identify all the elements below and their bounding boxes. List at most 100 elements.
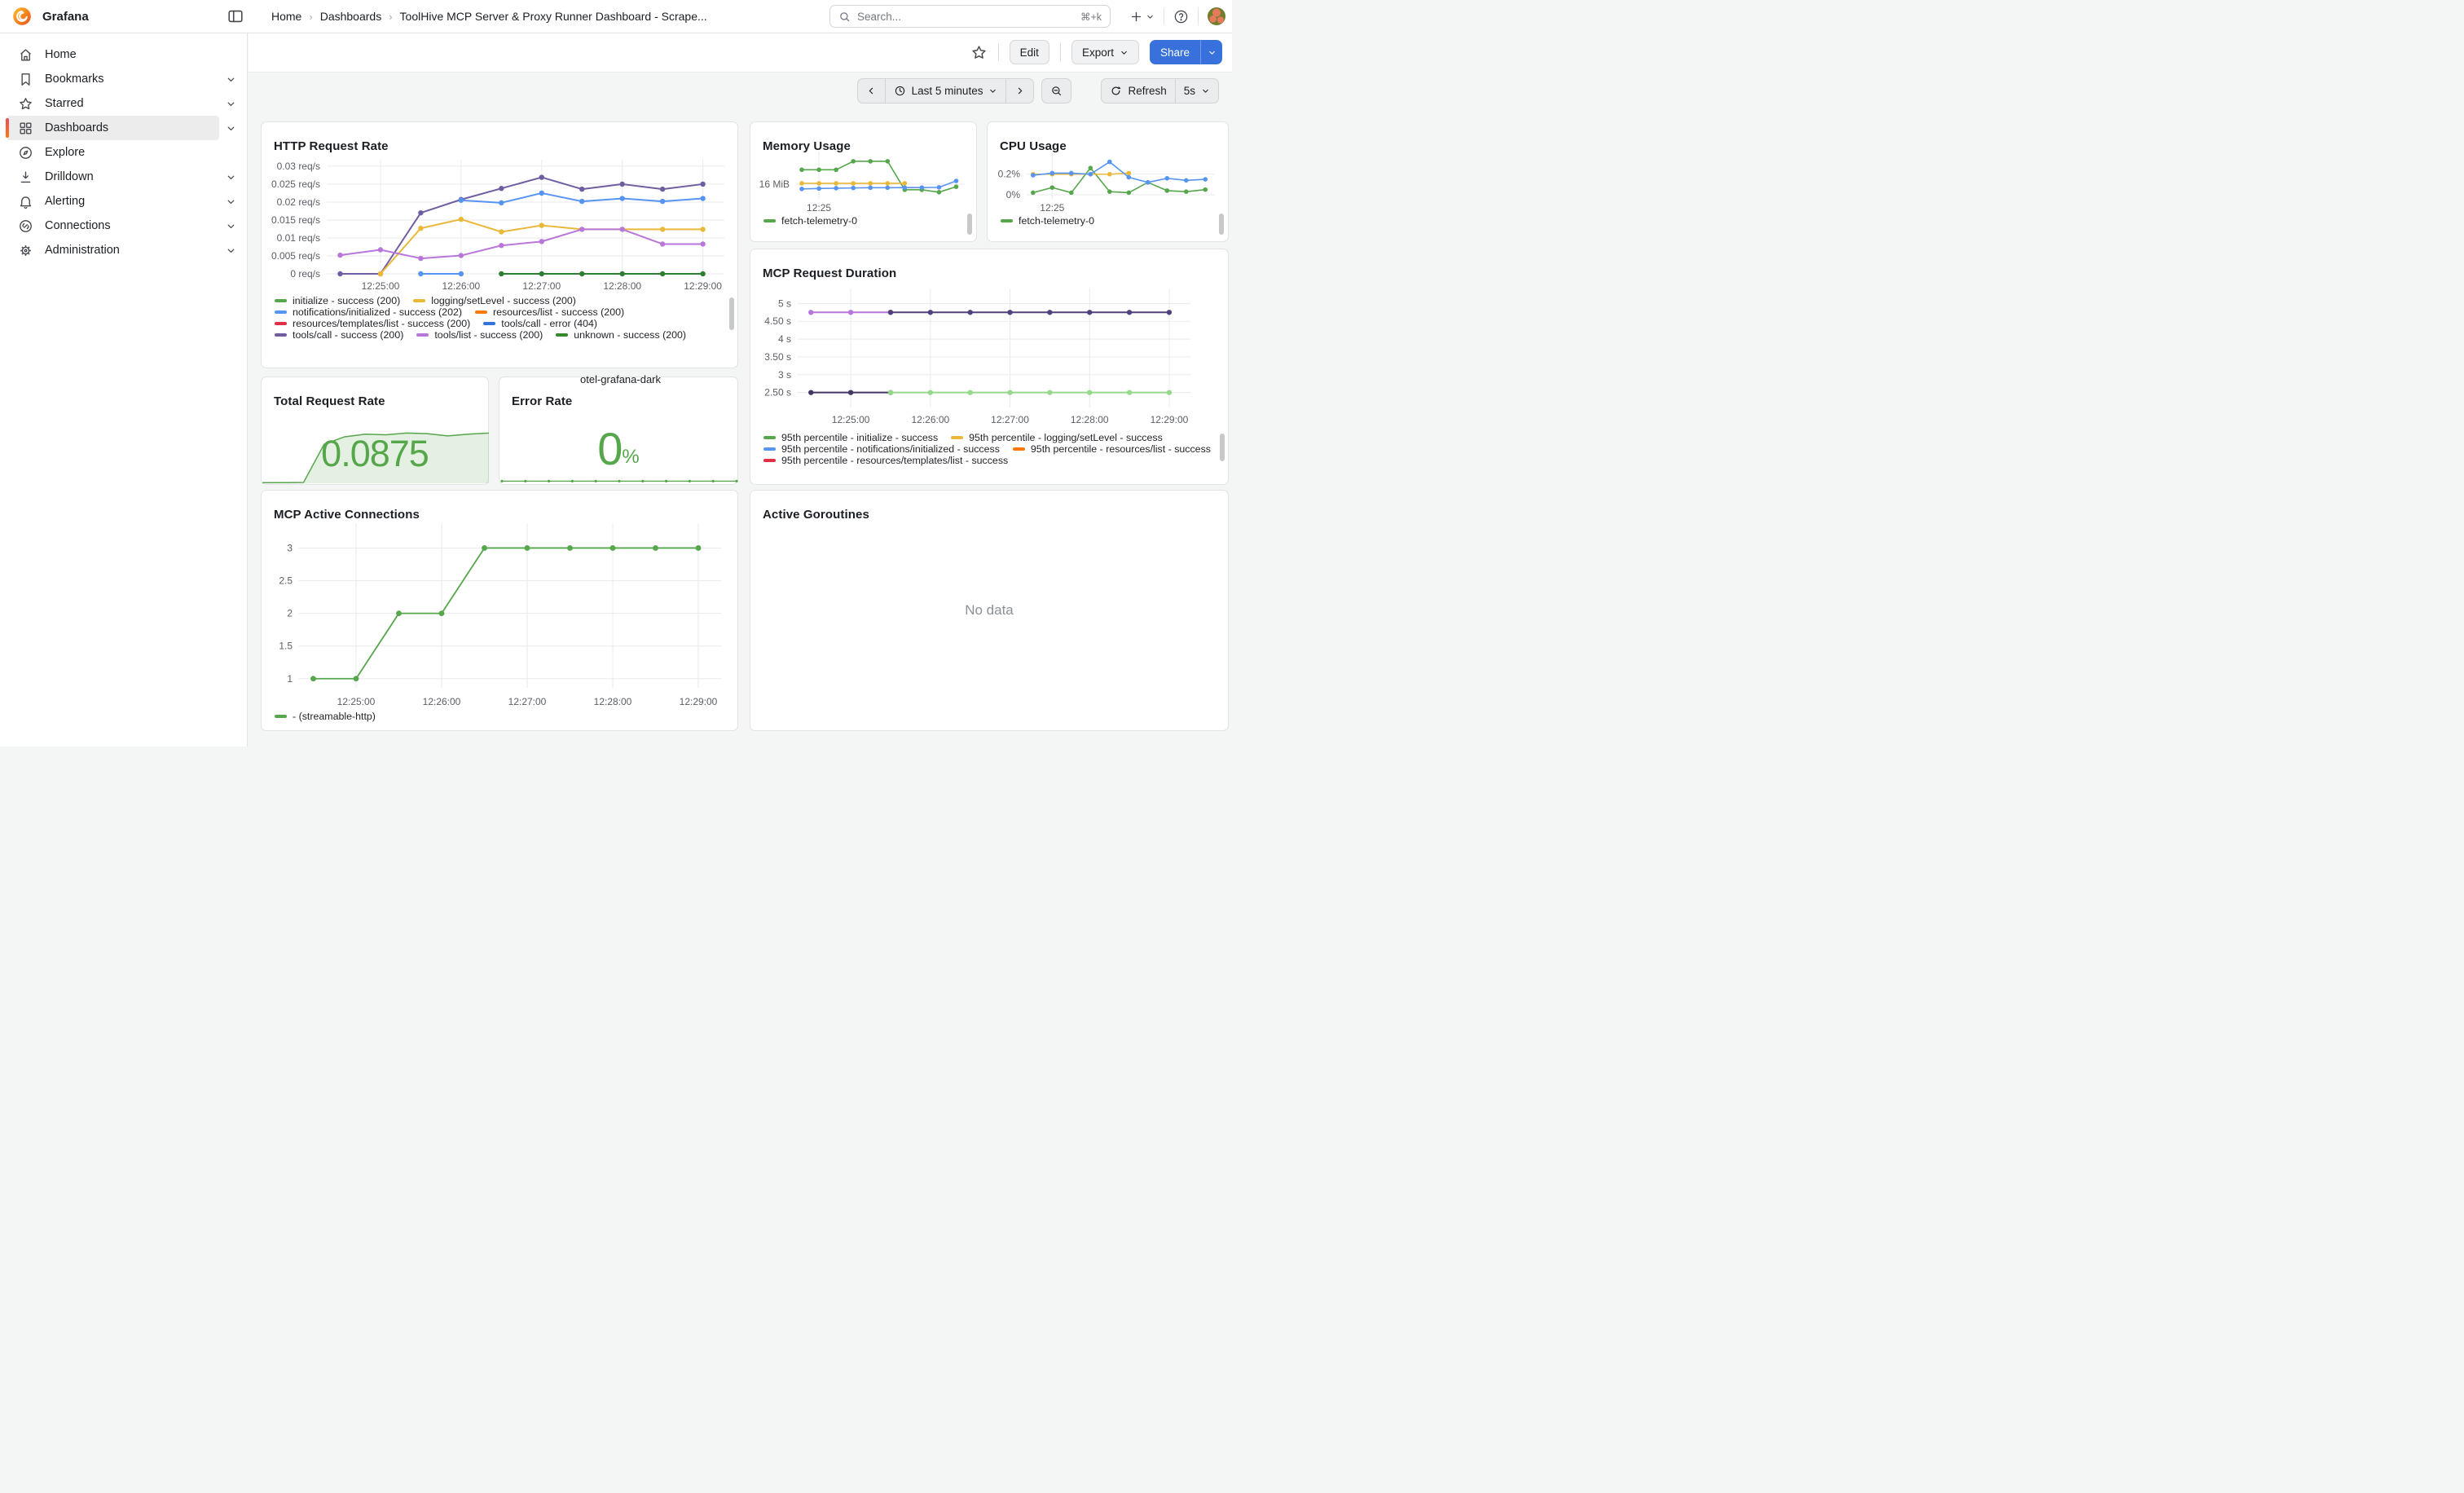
svg-text:12:25:00: 12:25:00 — [362, 280, 400, 292]
refresh-button[interactable]: Refresh — [1101, 78, 1175, 103]
legend-label: 95th percentile - initialize - success — [781, 432, 938, 443]
sidebar-row-home: Home — [7, 42, 242, 67]
legend-swatch — [413, 299, 425, 302]
legend-item[interactable]: notifications/initialized - success (202… — [275, 306, 462, 318]
chevron-down-icon[interactable] — [219, 68, 242, 90]
help-button[interactable] — [1173, 9, 1189, 24]
sidebar-row-starred: Starred — [7, 91, 242, 116]
legend-item[interactable]: logging/setLevel - success (200) — [413, 295, 576, 306]
legend-item[interactable]: fetch-telemetry-0 — [763, 215, 857, 227]
refresh-interval-picker[interactable]: 5s — [1175, 78, 1219, 103]
time-range-picker[interactable]: Last 5 minutes — [885, 78, 1007, 103]
panel-title[interactable]: Error Rate — [512, 394, 572, 408]
legend-item[interactable]: resources/templates/list - success (200) — [275, 318, 470, 329]
sidebar-item-alerting[interactable]: Alerting — [7, 189, 219, 214]
chevron-down-icon[interactable] — [219, 214, 242, 237]
legend-item[interactable]: resources/list - success (200) — [475, 306, 624, 318]
svg-text:1.5: 1.5 — [279, 641, 293, 652]
svg-text:0%: 0% — [1006, 189, 1021, 200]
legend-item[interactable]: tools/call - success (200) — [275, 329, 403, 341]
svg-text:12:28:00: 12:28:00 — [603, 280, 641, 292]
export-button[interactable]: Export — [1071, 40, 1139, 64]
legend-scrollbar[interactable] — [1220, 434, 1225, 461]
legend-scrollbar[interactable] — [967, 214, 972, 235]
dock-sidebar-icon[interactable] — [227, 7, 244, 25]
svg-text:12:27:00: 12:27:00 — [522, 280, 561, 292]
chevron-down-icon[interactable] — [219, 117, 242, 139]
legend-scrollbar[interactable] — [729, 297, 734, 330]
legend-label: fetch-telemetry-0 — [781, 215, 857, 227]
chart-legend: 95th percentile - initialize - success95… — [763, 432, 1217, 479]
breadcrumb-home[interactable]: Home — [271, 10, 301, 23]
refresh-interval-label: 5s — [1184, 85, 1195, 97]
http-request-rate-chart[interactable]: 12:25:0012:26:0012:27:0012:28:0012:29:00… — [268, 150, 733, 293]
zoom-out-time-button[interactable] — [1041, 78, 1071, 103]
svg-text:0 req/s: 0 req/s — [290, 268, 320, 280]
chevron-down-icon[interactable] — [219, 239, 242, 262]
legend-item[interactable]: 95th percentile - resources/list - succe… — [1013, 443, 1211, 455]
bell-icon — [18, 194, 33, 209]
sidebar-item-label: Dashboards — [45, 121, 108, 134]
memory-usage-chart[interactable]: 12:2516 MiB — [755, 145, 973, 215]
chevron-down-icon[interactable] — [219, 190, 242, 213]
legend-item[interactable]: initialize - success (200) — [275, 295, 400, 306]
sidebar-item-starred[interactable]: Starred — [7, 91, 219, 116]
refresh-label: Refresh — [1128, 85, 1166, 97]
cpu-usage-chart[interactable]: 12:250.2%0% — [992, 145, 1225, 215]
star-icon — [18, 96, 33, 112]
chevron-down-icon[interactable] — [219, 92, 242, 115]
svg-text:12:25: 12:25 — [807, 202, 831, 214]
legend-item[interactable]: 95th percentile - notifications/initiali… — [763, 443, 1000, 455]
legend-item[interactable]: - (streamable-http) — [275, 711, 376, 722]
sidebar-item-explore[interactable]: Explore — [7, 140, 242, 165]
share-menu-button[interactable] — [1200, 40, 1222, 64]
chevron-down-icon[interactable] — [219, 165, 242, 188]
favorite-star-button[interactable] — [970, 44, 988, 61]
svg-text:0.015 req/s: 0.015 req/s — [271, 214, 320, 226]
time-shift-forward-button[interactable] — [1005, 78, 1034, 103]
breadcrumb-dashboards[interactable]: Dashboards — [320, 10, 382, 23]
sidebar-item-dashboards[interactable]: Dashboards — [7, 116, 219, 140]
search-input[interactable]: Search... ⌘+k — [829, 5, 1111, 28]
chevron-down-icon — [988, 86, 997, 95]
sidebar-item-bookmarks[interactable]: Bookmarks — [7, 67, 219, 91]
legend-label: notifications/initialized - success (202… — [293, 306, 462, 318]
sidebar-item-drilldown[interactable]: Drilldown — [7, 165, 219, 189]
sidebar-row-drilldown: Drilldown — [7, 165, 242, 189]
legend-scrollbar[interactable] — [1219, 214, 1224, 235]
legend-item[interactable]: 95th percentile - resources/templates/li… — [763, 455, 1008, 466]
legend-item[interactable]: 95th percentile - initialize - success — [763, 432, 938, 443]
panel-title[interactable]: Total Request Rate — [274, 394, 385, 408]
legend-swatch — [763, 219, 776, 222]
mcp-request-duration-chart[interactable]: 12:25:0012:26:0012:27:0012:28:0012:29:00… — [757, 277, 1223, 427]
share-button[interactable]: Share — [1150, 40, 1200, 64]
user-avatar[interactable] — [1208, 7, 1225, 25]
svg-text:12:29:00: 12:29:00 — [684, 280, 722, 292]
legend-item[interactable]: 95th percentile - logging/setLevel - suc… — [951, 432, 1163, 443]
sidebar-item-administration[interactable]: Administration — [7, 238, 219, 262]
sidebar-row-administration: Administration — [7, 238, 242, 262]
legend-item[interactable]: unknown - success (200) — [556, 329, 686, 341]
legend-item[interactable]: tools/list - success (200) — [416, 329, 543, 341]
panel-active-goroutines: Active Goroutines No data — [750, 490, 1229, 731]
time-shift-back-button[interactable] — [857, 78, 886, 103]
edit-button[interactable]: Edit — [1010, 40, 1049, 64]
legend-label: fetch-telemetry-0 — [1019, 215, 1094, 227]
refresh-icon — [1110, 85, 1122, 97]
add-new-button[interactable] — [1129, 10, 1155, 24]
mcp-active-connections-chart[interactable]: 12:25:0012:26:0012:27:0012:28:0012:29:00… — [268, 515, 733, 709]
clock-icon — [894, 85, 906, 97]
sidebar-item-connections[interactable]: Connections — [7, 214, 219, 238]
divider — [1060, 43, 1061, 61]
svg-text:0.01 req/s: 0.01 req/s — [277, 232, 320, 244]
chart-legend: initialize - success (200) logging/setLev… — [275, 295, 726, 363]
grafana-logo-icon[interactable] — [11, 6, 33, 27]
legend-item[interactable]: fetch-telemetry-0 — [1001, 215, 1094, 227]
legend-swatch — [1001, 219, 1013, 222]
sidebar-item-label: Drilldown — [45, 170, 94, 183]
sidebar-item-home[interactable]: Home — [7, 42, 242, 67]
top-header: Grafana Home › Dashboards › ToolHive MCP… — [0, 0, 1232, 33]
sidebar-item-label: Starred — [45, 97, 84, 110]
legend-item[interactable]: tools/call - error (404) — [483, 318, 597, 329]
stat-unit: % — [622, 446, 639, 469]
